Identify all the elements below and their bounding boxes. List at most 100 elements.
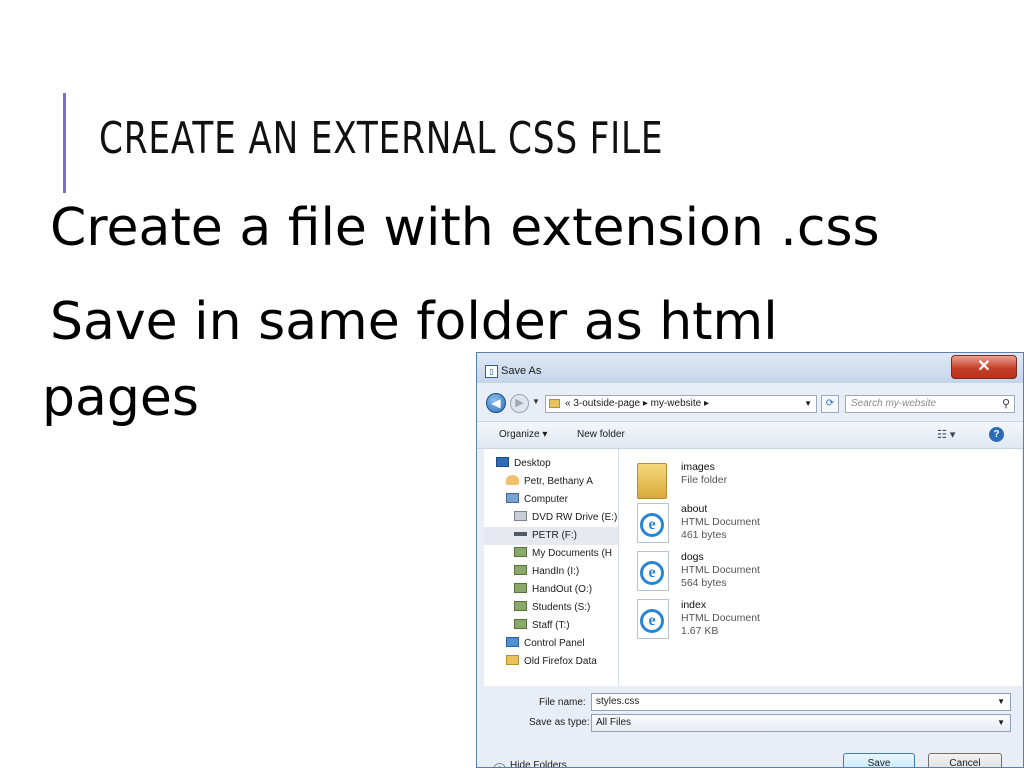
search-placeholder: Search my-website [851, 398, 937, 409]
file-name-input[interactable]: styles.css ▼ [591, 693, 1011, 711]
file-name: dogs [681, 551, 704, 563]
bullet-save-folder-cont: pages [42, 368, 199, 428]
network-drive-icon [514, 565, 527, 575]
back-arrow-icon[interactable]: ◀ [486, 393, 506, 413]
ie-icon: e [640, 561, 664, 585]
list-item[interactable]: e about HTML Document 461 bytes [637, 503, 937, 549]
folder-icon [637, 463, 667, 499]
file-type: HTML Document [681, 516, 760, 528]
breadcrumb[interactable]: « 3-outside-page ▸ my-website ▸ [565, 398, 709, 409]
network-drive-icon [514, 619, 527, 629]
save-as-type-value: All Files [596, 717, 632, 728]
sidebar-item-my-documents[interactable]: My Documents (H [514, 545, 612, 563]
list-item[interactable]: e dogs HTML Document 564 bytes [637, 551, 937, 597]
slide-title: CREATE AN EXTERNAL CSS FILE [99, 113, 664, 164]
sidebar-item-label: Desktop [514, 458, 551, 469]
close-button[interactable]: ✕ [951, 355, 1017, 379]
network-drive-icon [514, 583, 527, 593]
sidebar-item-handout[interactable]: HandOut (O:) [514, 581, 592, 599]
sidebar-item-label: PETR (F:) [532, 530, 577, 541]
title-accent-bar [63, 93, 66, 193]
sidebar-item-user[interactable]: Petr, Bethany A [506, 473, 593, 491]
sidebar-item-staff[interactable]: Staff (T:) [514, 617, 570, 635]
file-name: index [681, 599, 707, 611]
file-name-label: File name: [539, 697, 586, 708]
sidebar-item-label: HandOut (O:) [532, 584, 593, 595]
save-as-icon: ▯ [485, 365, 498, 378]
save-button[interactable]: Save [843, 753, 915, 767]
file-type: File folder [681, 474, 728, 486]
refresh-icon[interactable]: ⟳ [821, 395, 839, 413]
file-list: images File folder e about HTML Document… [619, 449, 1022, 686]
sidebar-item-label: HandIn (I:) [532, 566, 580, 577]
file-name-value: styles.css [596, 696, 640, 707]
bullet-save-folder: Save in same folder as html [50, 292, 778, 352]
sidebar-item-label: DVD RW Drive (E:) [532, 512, 618, 523]
chevron-down-icon[interactable]: ▼ [804, 399, 812, 408]
chevron-down-icon[interactable]: ▼ [997, 718, 1005, 727]
usb-drive-icon [514, 532, 527, 536]
network-drive-icon [514, 601, 527, 611]
ie-icon: e [640, 513, 664, 537]
search-input[interactable]: Search my-website ⚲ [845, 395, 1015, 413]
document-icon: e [637, 503, 669, 543]
document-icon: e [637, 551, 669, 591]
save-as-type-label: Save as type: [529, 717, 590, 728]
file-type: HTML Document [681, 612, 760, 624]
file-size: 564 bytes [681, 577, 727, 589]
hide-folders-label: Hide Folders [510, 760, 567, 768]
folder-icon [549, 399, 560, 408]
dialog-title: Save As [501, 365, 542, 377]
file-name: images [681, 461, 715, 473]
file-size: 1.67 KB [681, 625, 719, 637]
network-drive-icon [514, 547, 527, 557]
sidebar-item-label: Students (S:) [532, 602, 591, 613]
sidebar-item-label: Petr, Bethany A [524, 476, 593, 487]
sidebar-item-label: Old Firefox Data [524, 656, 597, 667]
search-icon[interactable]: ⚲ [1002, 397, 1010, 410]
recent-pages-chevron-icon[interactable]: ▼ [532, 397, 540, 406]
dvd-drive-icon [514, 511, 527, 521]
desktop-icon [496, 457, 509, 467]
organize-button[interactable]: Organize ▾ [499, 429, 547, 440]
file-name: about [681, 503, 708, 515]
chevron-down-icon[interactable]: ▼ [997, 697, 1005, 706]
sidebar-item-handin[interactable]: HandIn (I:) [514, 563, 579, 581]
navigation-pane: Desktop Petr, Bethany A Computer DVD RW … [484, 449, 619, 686]
navigation-bar: ◀ ▶ ▼ « 3-outside-page ▸ my-website ▸ ▼ … [477, 387, 1023, 419]
address-bar[interactable]: « 3-outside-page ▸ my-website ▸ ▼ [545, 395, 817, 413]
save-as-dialog: ▯ Save As ✕ ◀ ▶ ▼ « 3-outside-page ▸ my-… [476, 352, 1024, 768]
command-bar: Organize ▾ New folder ☷ ▾ ? [477, 421, 1023, 449]
bullet-create-file: Create a file with extension .css [50, 198, 880, 258]
ie-icon: e [640, 609, 664, 633]
sidebar-item-students[interactable]: Students (S:) [514, 599, 590, 617]
save-as-type-select[interactable]: All Files ▼ [591, 714, 1011, 732]
sidebar-item-desktop[interactable]: Desktop [496, 455, 551, 473]
sidebar-item-petr[interactable]: PETR (F:) [484, 527, 618, 545]
list-item[interactable]: e index HTML Document 1.67 KB [637, 599, 937, 645]
help-icon[interactable]: ? [989, 427, 1004, 442]
list-item[interactable]: images File folder [637, 461, 937, 507]
chevron-up-icon: ▲ [493, 763, 506, 767]
forward-arrow-icon[interactable]: ▶ [510, 394, 529, 413]
new-folder-button[interactable]: New folder [577, 429, 625, 440]
computer-icon [506, 493, 519, 503]
hide-folders-button[interactable]: ▲ Hide Folders [493, 760, 567, 768]
sidebar-item-label: Staff (T:) [532, 620, 570, 631]
sidebar-item-label: Computer [524, 494, 568, 505]
sidebar-item-control-panel[interactable]: Control Panel [506, 635, 585, 653]
sidebar-item-label: Control Panel [524, 638, 585, 649]
user-icon [506, 475, 519, 485]
document-icon: e [637, 599, 669, 639]
dialog-titlebar[interactable]: ▯ Save As ✕ [477, 353, 1023, 383]
save-options-panel: File name: styles.css ▼ Save as type: All… [477, 686, 1023, 767]
sidebar-item-dvd-drive[interactable]: DVD RW Drive (E:) [514, 509, 617, 527]
sidebar-item-label: My Documents (H [532, 548, 613, 559]
control-panel-icon [506, 637, 519, 647]
cancel-button[interactable]: Cancel [928, 753, 1002, 767]
sidebar-item-computer[interactable]: Computer [506, 491, 568, 509]
file-size: 461 bytes [681, 529, 727, 541]
sidebar-item-old-firefox-data[interactable]: Old Firefox Data [506, 653, 597, 671]
change-view-icon[interactable]: ☷ ▾ [937, 428, 955, 441]
file-type: HTML Document [681, 564, 760, 576]
